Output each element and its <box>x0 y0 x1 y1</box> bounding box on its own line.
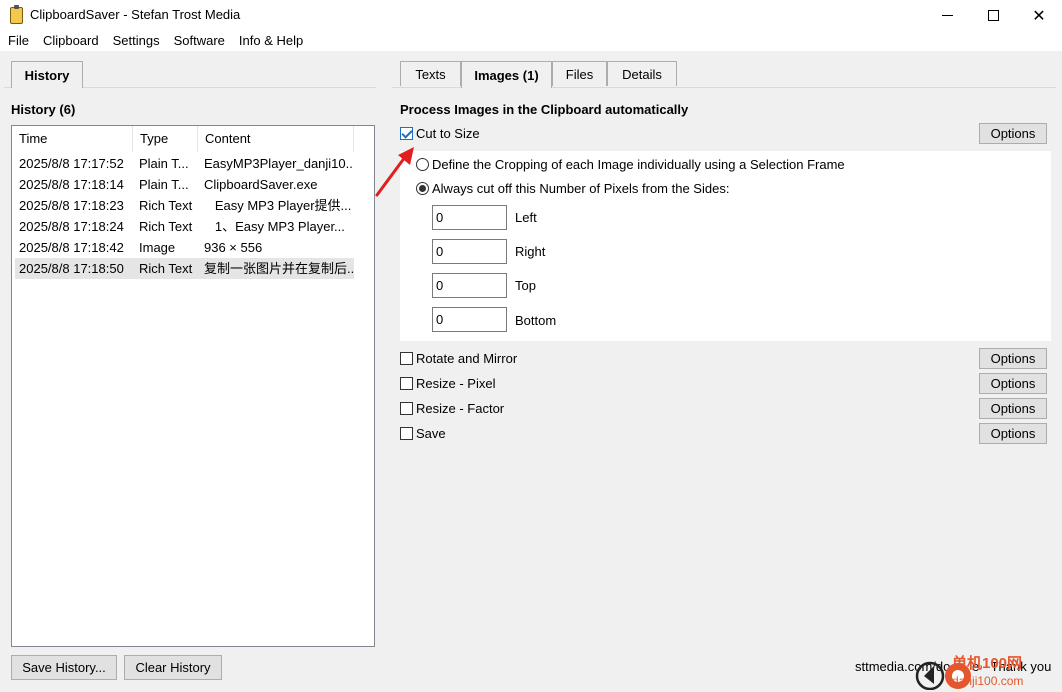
rotate-mirror-checkbox[interactable] <box>400 352 413 365</box>
left-label: Left <box>515 210 537 225</box>
menu-clipboard[interactable]: Clipboard <box>36 31 106 51</box>
maximize-button[interactable] <box>970 0 1016 31</box>
clipboard-app-icon <box>10 5 23 24</box>
define-cropping-label[interactable]: Define the Cropping of each Image indivi… <box>432 157 845 172</box>
left-pixels-input[interactable]: 0 <box>432 205 507 230</box>
window-title: ClipboardSaver - Stefan Trost Media <box>30 7 241 22</box>
resize-pixel-options-button[interactable]: Options <box>979 373 1047 394</box>
menu-software[interactable]: Software <box>167 31 232 51</box>
column-header-type[interactable]: Type <box>133 126 198 152</box>
row-content: 936 × 556 <box>204 240 263 255</box>
cut-to-size-checkbox[interactable] <box>400 127 413 140</box>
menu-file[interactable]: File <box>0 31 36 51</box>
watermark: 单机100网 danji100.com <box>912 652 1062 692</box>
top-pixels-input[interactable]: 0 <box>432 273 507 298</box>
watermark-text: 单机100网 <box>952 655 1023 672</box>
resize-factor-checkbox[interactable] <box>400 402 413 415</box>
menu-info-help[interactable]: Info & Help <box>232 31 310 51</box>
resize-pixel-label[interactable]: Resize - Pixel <box>416 376 495 391</box>
save-label[interactable]: Save <box>416 426 446 441</box>
resize-pixel-checkbox[interactable] <box>400 377 413 390</box>
history-row[interactable]: 2025/8/8 17:18:14 Plain T... ClipboardSa… <box>15 174 354 195</box>
resize-factor-options-button[interactable]: Options <box>979 398 1047 419</box>
bottom-pixels-input[interactable]: 0 <box>432 307 507 332</box>
title-bar: ClipboardSaver - Stefan Trost Media ✕ <box>0 0 1062 31</box>
resize-factor-label[interactable]: Resize - Factor <box>416 401 504 416</box>
minimize-button[interactable] <box>924 0 970 31</box>
right-pixels-input[interactable]: 0 <box>432 239 507 264</box>
row-type: Rich Text <box>139 261 193 276</box>
tab-history[interactable]: History <box>11 61 83 88</box>
save-checkbox[interactable] <box>400 427 413 440</box>
row-content: Easy MP3 Player提供... <box>204 198 352 213</box>
clear-history-button[interactable]: Clear History <box>124 655 222 680</box>
always-cut-radio[interactable] <box>416 182 429 195</box>
history-row[interactable]: 2025/8/8 17:18:23 Rich Text Easy MP3 Pla… <box>15 195 354 216</box>
tab-images[interactable]: Images (1) <box>461 61 552 88</box>
history-heading: History (6) <box>11 102 76 117</box>
process-images-heading: Process Images in the Clipboard automati… <box>400 102 689 117</box>
tab-texts[interactable]: Texts <box>400 61 461 86</box>
row-time: 2025/8/8 17:18:14 <box>19 177 124 192</box>
watermark-url: danji100.com <box>952 674 1024 688</box>
rotate-mirror-label[interactable]: Rotate and Mirror <box>416 351 517 366</box>
tab-details[interactable]: Details <box>607 61 677 86</box>
always-cut-label[interactable]: Always cut off this Number of Pixels fro… <box>432 181 729 196</box>
bottom-label: Bottom <box>515 313 557 328</box>
row-type: Rich Text <box>139 198 193 213</box>
row-type: Rich Text <box>139 219 193 234</box>
close-button[interactable]: ✕ <box>1016 0 1062 31</box>
column-header-content[interactable]: Content <box>198 126 354 152</box>
row-time: 2025/8/8 17:17:52 <box>19 156 124 171</box>
maximize-icon <box>987 10 999 21</box>
cut-to-size-label[interactable]: Cut to Size <box>416 126 480 141</box>
row-time: 2025/8/8 17:18:50 <box>19 261 124 276</box>
row-time: 2025/8/8 17:18:42 <box>19 240 124 255</box>
column-header-time[interactable]: Time <box>12 126 133 152</box>
close-icon: ✕ <box>1032 7 1046 25</box>
cut-to-size-options-button[interactable]: Options <box>979 123 1047 144</box>
annotation-arrow-icon <box>375 147 414 197</box>
row-content: 复制一张图片并在复制后... <box>204 261 354 276</box>
row-type: Plain T... <box>139 156 189 171</box>
menu-bar: File Clipboard Settings Software Info & … <box>0 31 1062 51</box>
top-label: Top <box>515 278 536 293</box>
row-type: Plain T... <box>139 177 189 192</box>
history-row[interactable]: 2025/8/8 17:17:52 Plain T... EasyMP3Play… <box>15 153 354 174</box>
row-content: ClipboardSaver.exe <box>204 177 318 192</box>
row-time: 2025/8/8 17:18:23 <box>19 198 124 213</box>
minimize-icon <box>941 15 953 16</box>
rotate-mirror-options-button[interactable]: Options <box>979 348 1047 369</box>
row-content: 1、Easy MP3 Player... <box>204 219 345 234</box>
row-type: Image <box>139 240 176 255</box>
history-row-selected[interactable]: 2025/8/8 17:18:50 Rich Text 复制一张图片并在复制后.… <box>15 258 354 279</box>
menu-settings[interactable]: Settings <box>106 31 167 51</box>
tab-files[interactable]: Files <box>552 61 607 86</box>
right-label: Right <box>515 244 546 259</box>
history-row[interactable]: 2025/8/8 17:18:42 Image 936 × 556 <box>15 237 354 258</box>
row-content: EasyMP3Player_danji10... <box>204 156 354 171</box>
row-time: 2025/8/8 17:18:24 <box>19 219 124 234</box>
history-list[interactable]: Time Type Content 2025/8/8 17:17:52 Plai… <box>11 125 375 647</box>
save-options-button[interactable]: Options <box>979 423 1047 444</box>
define-cropping-radio[interactable] <box>416 158 429 171</box>
save-history-button[interactable]: Save History... <box>11 655 117 680</box>
history-row[interactable]: 2025/8/8 17:18:24 Rich Text 1、Easy MP3 P… <box>15 216 354 237</box>
